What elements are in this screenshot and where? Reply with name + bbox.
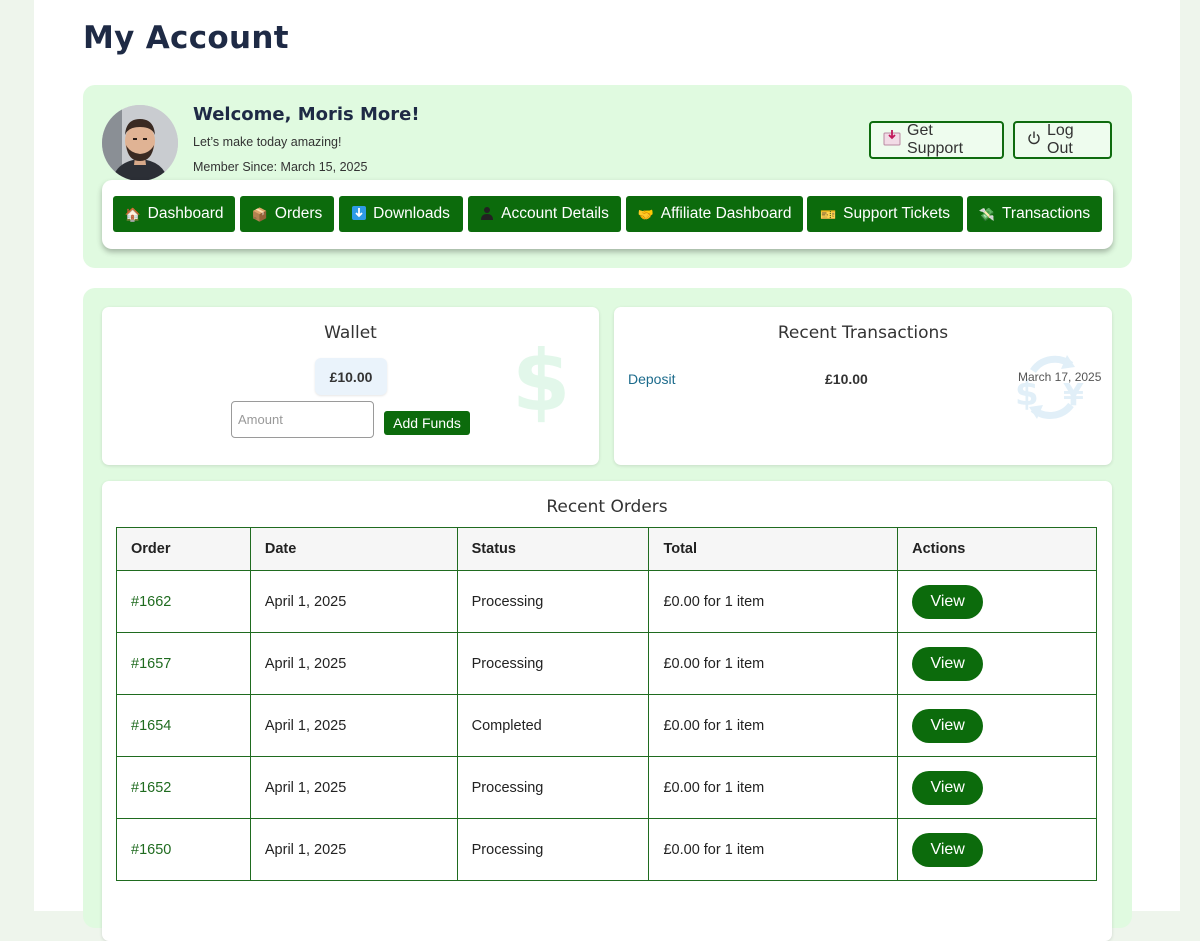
order-number-link[interactable]: #1654 <box>131 718 171 734</box>
nav-affiliate-dashboard[interactable]: 🤝 Affiliate Dashboard <box>626 196 803 232</box>
order-date: April 1, 2025 <box>249 570 458 633</box>
nav-account-details-label: Account Details <box>501 205 609 222</box>
dollar-sign-icon: $ <box>512 332 571 430</box>
order-status: Completed <box>456 694 650 757</box>
welcome-heading: Welcome, Moris More! <box>193 104 420 125</box>
wallet-balance: £10.00 <box>315 358 387 395</box>
power-icon <box>1027 131 1041 150</box>
order-status: Processing <box>456 632 650 695</box>
nav-orders-label: Orders <box>274 205 323 222</box>
account-header: Welcome, Moris More! Let’s make today am… <box>83 85 1132 268</box>
money-wings-icon: 💸 <box>978 206 996 222</box>
nav-support-tickets[interactable]: 🎫 Support Tickets <box>807 196 963 232</box>
view-order-button[interactable]: View <box>912 770 984 805</box>
orders-header-row: Order Date Status Total Actions <box>116 527 1097 571</box>
view-order-button[interactable]: View <box>912 708 984 743</box>
amount-input[interactable] <box>231 401 374 438</box>
order-date: April 1, 2025 <box>249 756 458 819</box>
download-arrow-icon <box>352 206 367 222</box>
nav-transactions-label: Transactions <box>1002 205 1091 222</box>
view-order-button[interactable]: View <box>912 584 984 619</box>
order-total: £0.00 for 1 item <box>648 570 899 633</box>
order-total: £0.00 for 1 item <box>648 632 899 695</box>
nav-affiliate-dashboard-label: Affiliate Dashboard <box>660 205 792 222</box>
dashboard-content: Wallet $ £10.00 Add Funds Recent Transac… <box>83 288 1132 941</box>
get-support-label: Get Support <box>907 122 964 157</box>
recent-orders-card: Recent Orders Order Date Status Total Ac… <box>102 481 1112 941</box>
nav-orders[interactable]: 📦 Orders <box>240 196 334 232</box>
nav-support-tickets-label: Support Tickets <box>843 205 950 222</box>
order-number-link[interactable]: #1657 <box>131 656 171 672</box>
page: My Account Welcome, Moris More! Let’s ma… <box>34 0 1180 941</box>
nav-dashboard-label: Dashboard <box>147 205 224 222</box>
table-row: #1657 April 1, 2025 Processing £0.00 for… <box>116 632 1097 695</box>
table-row: #1650 April 1, 2025 Processing £0.00 for… <box>116 818 1097 881</box>
avatar <box>102 105 178 181</box>
nav-transactions[interactable]: 💸 Transactions <box>967 196 1102 232</box>
order-status: Processing <box>456 818 650 881</box>
column-header-total: Total <box>648 527 899 571</box>
nav-downloads-label: Downloads <box>373 205 450 222</box>
nav-dashboard[interactable]: 🏠 Dashboard <box>113 196 235 232</box>
add-funds-button[interactable]: Add Funds <box>384 411 470 435</box>
house-icon: 🏠 <box>124 206 141 222</box>
table-row: #1662 April 1, 2025 Processing £0.00 for… <box>116 570 1097 633</box>
transaction-date: March 17, 2025 <box>1018 370 1102 384</box>
order-number-link[interactable]: #1650 <box>131 842 171 858</box>
column-header-status: Status <box>456 527 650 571</box>
page-title: My Account <box>83 20 289 56</box>
order-total: £0.00 for 1 item <box>648 818 899 881</box>
log-out-button[interactable]: Log Out <box>1013 121 1112 159</box>
table-row: #1654 April 1, 2025 Completed £0.00 for … <box>116 694 1097 757</box>
recent-transactions-title: Recent Transactions <box>777 323 949 343</box>
ticket-icon: 🎫 <box>819 206 837 222</box>
order-date: April 1, 2025 <box>249 818 458 881</box>
nav-downloads[interactable]: Downloads <box>339 196 463 232</box>
get-support-button[interactable]: Get Support <box>869 121 1004 159</box>
transaction-amount: £10.00 <box>825 371 868 387</box>
order-date: April 1, 2025 <box>249 694 458 757</box>
order-total: £0.00 for 1 item <box>648 756 899 819</box>
order-number-link[interactable]: #1662 <box>131 594 171 610</box>
table-row: #1652 April 1, 2025 Processing £0.00 for… <box>116 756 1097 819</box>
order-status: Processing <box>456 756 650 819</box>
column-header-date: Date <box>249 527 458 571</box>
currency-exchange-icon: $ ¥ <box>1009 347 1095 432</box>
order-number-link[interactable]: #1652 <box>131 780 171 796</box>
welcome-tagline: Let’s make today amazing! <box>193 135 342 149</box>
log-out-label: Log Out <box>1047 122 1074 157</box>
handshake-icon: 🤝 <box>637 206 654 222</box>
user-silhouette-icon <box>480 206 494 222</box>
order-date: April 1, 2025 <box>249 632 458 695</box>
order-total: £0.00 for 1 item <box>648 694 899 757</box>
transaction-type-link[interactable]: Deposit <box>628 371 675 387</box>
nav-account-details[interactable]: Account Details <box>468 196 621 232</box>
order-status: Processing <box>456 570 650 633</box>
package-icon: 📦 <box>251 206 268 222</box>
column-header-order: Order <box>116 527 251 571</box>
wallet-card: Wallet $ £10.00 Add Funds <box>102 307 599 465</box>
recent-orders-title: Recent Orders <box>546 497 668 517</box>
view-order-button[interactable]: View <box>912 646 984 681</box>
orders-table: Order Date Status Total Actions #1662 Ap… <box>116 527 1097 881</box>
view-order-button[interactable]: View <box>912 832 984 867</box>
account-nav: 🏠 Dashboard 📦 Orders Downloads Account D… <box>102 180 1113 249</box>
member-since: Member Since: March 15, 2025 <box>193 160 368 174</box>
inbox-tray-icon <box>883 129 901 151</box>
column-header-actions: Actions <box>897 527 1097 571</box>
recent-transactions-card: Recent Transactions $ ¥ Deposit £10.00 M… <box>614 307 1112 465</box>
